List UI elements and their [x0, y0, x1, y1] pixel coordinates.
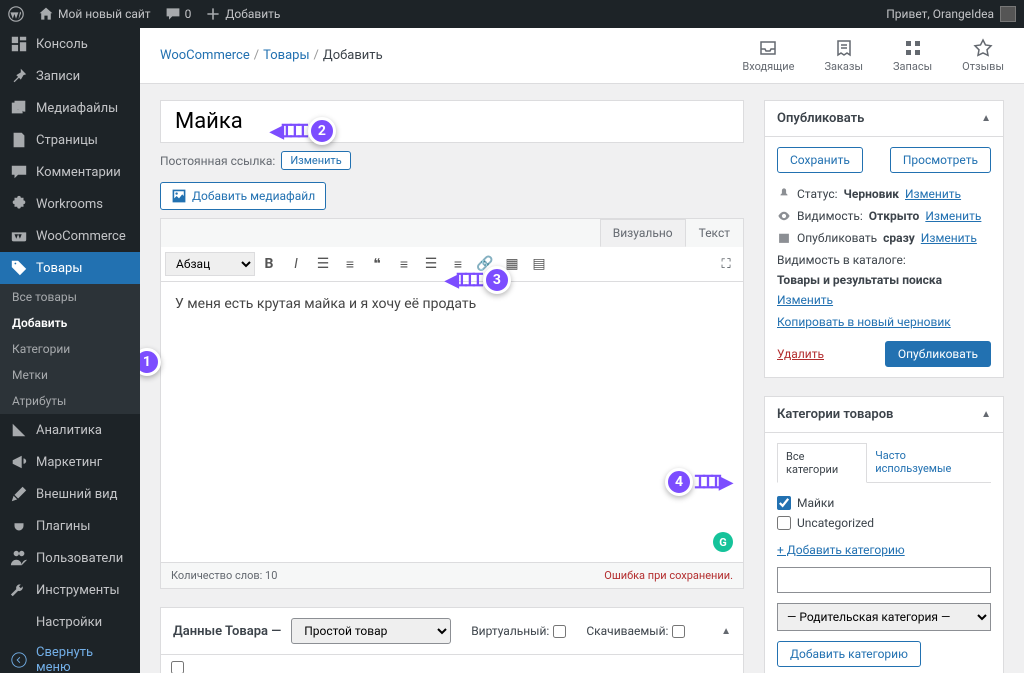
align-left-button[interactable]: ≡ [391, 251, 417, 277]
header-action-inbox[interactable]: Входящие [742, 38, 794, 73]
header-action-star[interactable]: Отзывы [962, 38, 1004, 73]
editor-content[interactable]: У меня есть крутая майка и я хочу её про… [161, 282, 743, 562]
greeting[interactable]: Привет, OrangeIdea [886, 7, 994, 21]
bullet-list-button[interactable]: ☰ [310, 251, 336, 277]
menu-plug[interactable]: Плагины [0, 510, 140, 542]
tab-text[interactable]: Текст [686, 219, 743, 247]
number-list-button[interactable]: ≡ [337, 251, 363, 277]
wp-logo[interactable] [8, 6, 24, 22]
menu-pin[interactable]: Записи [0, 60, 140, 92]
publish-button[interactable]: Опубликовать [885, 341, 991, 367]
menu-comments[interactable]: Комментарии [0, 156, 140, 188]
format-select[interactable]: Абзац [165, 252, 255, 276]
edit-schedule-link[interactable]: Изменить [921, 231, 977, 245]
italic-button[interactable]: I [283, 251, 309, 277]
content-area: WooCommerce/Товары/Добавить Входящие Зака… [140, 28, 1024, 673]
save-draft-button[interactable]: Сохранить [777, 147, 863, 173]
add-new[interactable]: Добавить [205, 6, 280, 22]
pin-icon [777, 187, 791, 201]
product-data-extra-checkbox[interactable] [171, 661, 184, 673]
downloadable-checkbox[interactable]: Скачиваемый: [586, 624, 685, 638]
product-type-select[interactable]: Простой товар [291, 618, 451, 644]
submenu-item[interactable]: Метки [0, 362, 140, 388]
product-title-input[interactable] [160, 100, 744, 143]
category-item[interactable]: Uncategorized [777, 513, 991, 533]
toggle-publish-panel[interactable]: ▲ [981, 113, 991, 124]
menu-sliders[interactable]: Настройки [0, 606, 140, 638]
collapse-menu[interactable]: Свернуть меню [0, 638, 140, 673]
menu-dashboard[interactable]: Консоль [0, 28, 140, 60]
publish-panel-title: Опубликовать [777, 111, 864, 126]
menu-megaphone[interactable]: Маркетинг [0, 446, 140, 478]
submenu-item[interactable]: Все товары [0, 284, 140, 310]
edit-status-link[interactable]: Изменить [905, 187, 961, 201]
page-header: WooCommerce/Товары/Добавить Входящие Зака… [140, 28, 1024, 84]
bold-button[interactable]: B [256, 251, 282, 277]
copy-draft-link[interactable]: Копировать в новый черновик [777, 315, 951, 329]
link-button[interactable]: 🔗 [472, 251, 498, 277]
category-item[interactable]: Майки [777, 493, 991, 513]
menu-wrench[interactable]: Инструменты [0, 574, 140, 606]
more-button[interactable]: ▦ [499, 251, 525, 277]
menu-chart[interactable]: Аналитика [0, 414, 140, 446]
comments-count[interactable]: 0 [165, 6, 192, 22]
breadcrumb-current: Добавить [323, 48, 383, 63]
word-count: Количество слов: 10 [171, 569, 277, 582]
header-action-orders[interactable]: Заказы [824, 38, 863, 73]
add-category-button[interactable]: Добавить категорию [777, 641, 921, 667]
submenu-item[interactable]: Категории [0, 336, 140, 362]
avatar[interactable] [1000, 6, 1016, 22]
toggle-panel-icon[interactable]: ▲ [721, 626, 731, 637]
virtual-checkbox[interactable]: Виртуальный: [471, 624, 566, 638]
header-action-stock[interactable]: Запасы [893, 38, 932, 73]
breadcrumb-products[interactable]: Товары [263, 48, 309, 63]
toggle-categories-panel[interactable]: ▲ [981, 409, 991, 420]
add-category-link[interactable]: + Добавить категорию [777, 543, 905, 557]
menu-users[interactable]: Пользователи [0, 542, 140, 574]
align-right-button[interactable]: ≡ [445, 251, 471, 277]
menu-woo[interactable]: WooCommerce [0, 220, 140, 252]
menu-brush[interactable]: Внешний вид [0, 478, 140, 510]
cat-tab-freq[interactable]: Часто используемые [867, 443, 991, 482]
fullscreen-button[interactable]: ⛶ [713, 251, 739, 277]
menu-pages[interactable]: Страницы [0, 124, 140, 156]
tab-visual[interactable]: Визуально [600, 219, 686, 247]
calendar-icon [777, 231, 791, 245]
product-data-title: Данные Товара — [173, 624, 281, 639]
site-name[interactable]: Мой новый сайт [38, 6, 151, 22]
toolbar-toggle-button[interactable]: ▤ [526, 251, 552, 277]
grammarly-icon[interactable]: G [713, 532, 733, 552]
menu-tag[interactable]: Товары [0, 252, 140, 284]
eye-icon [777, 209, 791, 223]
submenu-item[interactable]: Добавить [0, 310, 140, 336]
submenu-item[interactable]: Атрибуты [0, 388, 140, 414]
menu-media[interactable]: Медиафайлы [0, 92, 140, 124]
categories-panel-title: Категории товаров [777, 407, 893, 422]
align-center-button[interactable]: ☰ [418, 251, 444, 277]
preview-button[interactable]: Просмотреть [890, 147, 991, 173]
menu-puzzle[interactable]: Workrooms [0, 188, 140, 220]
parent-category-select[interactable]: — Родительская категория — [777, 603, 991, 631]
admin-bar: Мой новый сайт 0 Добавить Привет, Orange… [0, 0, 1024, 28]
quote-button[interactable]: ❝ [364, 251, 390, 277]
admin-sidebar: КонсольЗаписиМедиафайлыСтраницыКомментар… [0, 28, 140, 673]
edit-catalog-link[interactable]: Изменить [777, 293, 833, 307]
delete-link[interactable]: Удалить [777, 347, 824, 361]
new-category-input[interactable] [777, 567, 991, 593]
save-error: Ошибка при сохранении. [604, 569, 733, 582]
permalink-label: Постоянная ссылка: [160, 154, 275, 168]
breadcrumb-woo[interactable]: WooCommerce [160, 48, 250, 63]
add-media-button[interactable]: Добавить медиафайл [160, 182, 326, 210]
editor-toolbar: Абзац B I ☰ ≡ ❝ ≡ ☰ ≡ 🔗 ▦ ▤ ⛶ [161, 247, 743, 282]
breadcrumb: WooCommerce/Товары/Добавить [160, 48, 742, 63]
cat-tab-all[interactable]: Все категории [777, 443, 867, 483]
edit-visibility-link[interactable]: Изменить [925, 209, 981, 223]
permalink-edit-button[interactable]: Изменить [281, 151, 350, 170]
